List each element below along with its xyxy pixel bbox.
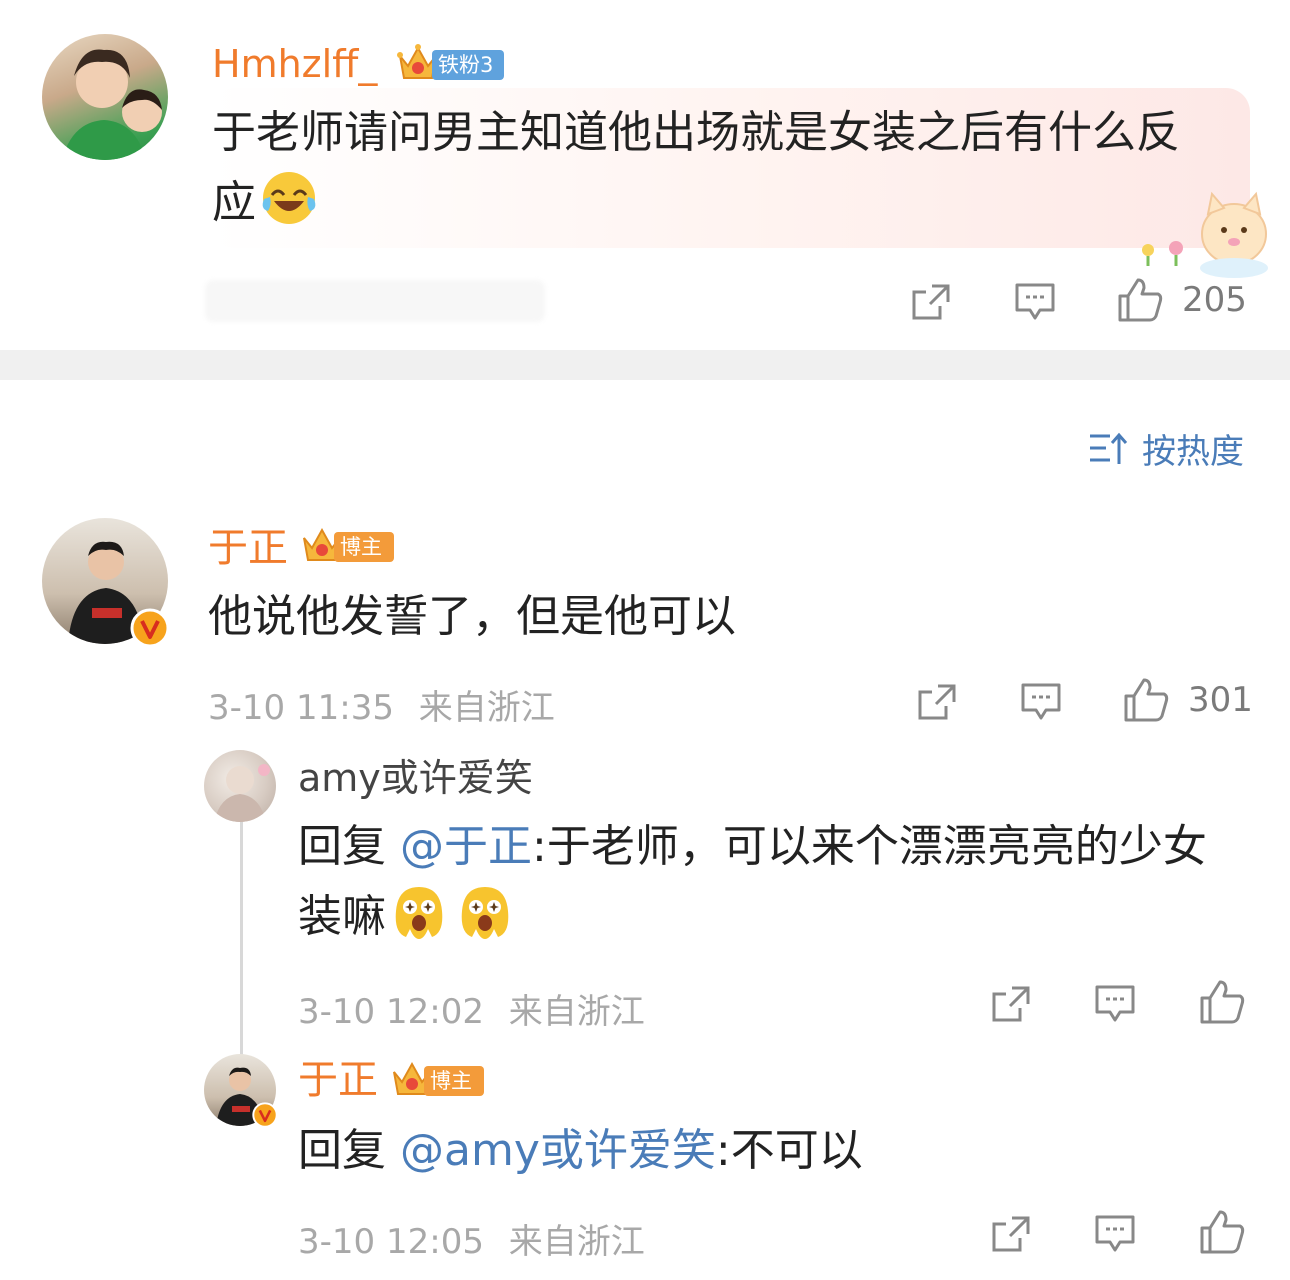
verified-v-icon: [130, 608, 170, 648]
avatar-image: [214, 764, 270, 822]
blogger-badge-label: 博主: [340, 535, 382, 559]
reply-text: 回复 @amy或许爱笑:不可以: [298, 1116, 1238, 1186]
blurred-region: [205, 280, 545, 322]
section-divider: [0, 350, 1290, 380]
verified-v-icon: [252, 1102, 278, 1128]
heart-eyes-emoji: [395, 887, 443, 939]
comment-location: 来自浙江: [418, 688, 555, 728]
reply-username[interactable]: 于正: [298, 1056, 378, 1104]
comment-icon[interactable]: [1094, 984, 1136, 1024]
blogger-badge-label: 博主: [430, 1069, 472, 1093]
like-count: 205: [1182, 280, 1247, 320]
thumbs-up-icon: [1118, 278, 1163, 322]
share-icon[interactable]: [990, 1214, 1032, 1254]
reply-meta: 3-10 12:02 来自浙江: [298, 984, 645, 1033]
avatar-image: [62, 49, 162, 160]
heart-eyes-emoji: [461, 887, 509, 939]
fan-badge-label: 铁粉3: [438, 53, 494, 77]
comment-time: 3-10 11:35: [208, 688, 394, 728]
comment-icon[interactable]: [1094, 1214, 1136, 1254]
comment-meta: 3-10 11:35 来自浙江: [208, 680, 555, 729]
reply-prefix: 回复: [298, 821, 400, 872]
blogger-badge[interactable]: 博主: [390, 1058, 486, 1100]
reply-time: 3-10 12:02: [298, 992, 484, 1032]
sort-toggle[interactable]: 按热度: [1088, 424, 1258, 472]
share-icon[interactable]: [916, 682, 958, 722]
original-post-username[interactable]: Hmhzlff_: [212, 40, 377, 88]
comment-icon[interactable]: [1014, 282, 1056, 322]
sort-icon: [1090, 432, 1128, 464]
share-icon[interactable]: [910, 282, 952, 322]
original-post-text-content: 于老师请问男主知道他出场就是女装之后有什么反应: [212, 107, 1180, 228]
comment-username[interactable]: 于正: [208, 524, 288, 572]
like-button[interactable]: 205: [1116, 276, 1256, 324]
sort-label: 按热度: [1142, 432, 1244, 472]
reply-content: :不可以: [715, 1125, 863, 1176]
like-button[interactable]: 301: [1122, 676, 1262, 724]
reply-mention[interactable]: @于正: [400, 821, 532, 872]
reply-prefix: 回复: [298, 1125, 400, 1176]
reply-thread-line: [240, 820, 243, 1058]
reply-location: 来自浙江: [508, 1222, 645, 1262]
thumbs-up-icon[interactable]: [1198, 1208, 1246, 1256]
reply-mention[interactable]: @amy或许爱笑: [400, 1125, 716, 1176]
fan-badge[interactable]: 铁粉3: [396, 44, 508, 84]
reply-time: 3-10 12:05: [298, 1222, 484, 1262]
reply-text: 回复 @于正:于老师，可以来个漂漂亮亮的少女装嘛: [298, 812, 1238, 952]
avatar-hmhzlff[interactable]: [42, 34, 168, 160]
like-count: 301: [1188, 680, 1253, 720]
blogger-badge[interactable]: 博主: [300, 524, 396, 566]
reply-location: 来自浙江: [508, 992, 645, 1032]
comment-icon[interactable]: [1020, 682, 1062, 722]
reply-username[interactable]: amy或许爱笑: [298, 754, 533, 802]
avatar-amy[interactable]: [204, 750, 276, 822]
share-icon[interactable]: [990, 984, 1032, 1024]
laugh-cry-emoji: [262, 172, 316, 224]
thumbs-up-icon[interactable]: [1198, 978, 1246, 1026]
thumbs-up-icon: [1124, 678, 1169, 722]
original-post-text: 于老师请问男主知道他出场就是女装之后有什么反应: [212, 98, 1222, 238]
comment-text: 他说他发誓了，但是他可以: [208, 591, 736, 642]
reply-meta: 3-10 12:05 来自浙江: [298, 1214, 645, 1263]
